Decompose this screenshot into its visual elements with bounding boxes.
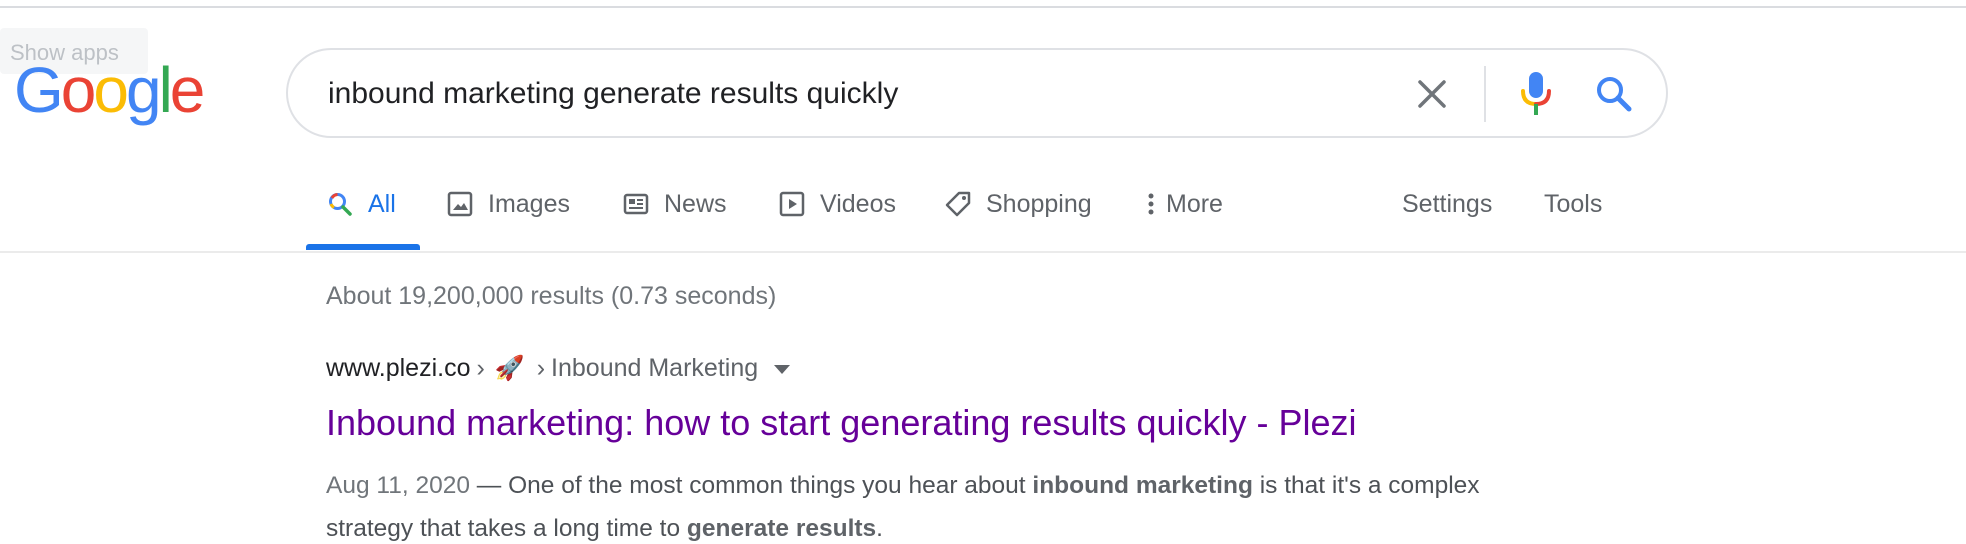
more-vert-icon	[1148, 193, 1154, 215]
search-results-page: Show apps Google inbound marketing gener…	[0, 0, 1966, 544]
tabs-divider	[0, 251, 1966, 253]
logo-letter: o	[60, 54, 97, 126]
tab-shopping[interactable]: Shopping	[944, 186, 1092, 250]
snippet-highlight: inbound marketing	[1032, 472, 1253, 499]
tab-label: All	[368, 190, 396, 218]
voice-search-button[interactable]	[1512, 68, 1560, 120]
logo-letter: l	[158, 54, 173, 126]
result-breadcrumb: Inbound Marketing	[551, 354, 759, 382]
tab-all[interactable]: All	[326, 186, 396, 250]
search-tabs: All Images News Videos Shopping More Set…	[0, 186, 1966, 252]
tab-more[interactable]: More	[1144, 186, 1223, 250]
search-button[interactable]	[1590, 70, 1638, 118]
logo-letter: e	[169, 54, 206, 126]
top-divider	[0, 6, 1966, 8]
image-icon	[447, 191, 473, 217]
snippet-dash: —	[469, 472, 509, 499]
tools-label: Tools	[1544, 190, 1603, 218]
result-date: Aug 11, 2020	[326, 472, 470, 499]
tag-icon	[945, 191, 971, 217]
newspaper-icon	[623, 193, 649, 215]
play-icon	[779, 191, 805, 217]
snippet-text: .	[876, 515, 883, 542]
tools-button[interactable]: Tools	[1544, 186, 1602, 250]
logo-letter: g	[125, 54, 162, 126]
settings-label: Settings	[1402, 190, 1493, 218]
tab-label: Shopping	[986, 190, 1092, 218]
rocket-emoji: 🚀	[494, 355, 525, 382]
tab-label: More	[1166, 190, 1223, 218]
search-box[interactable]: inbound marketing generate results quick…	[286, 48, 1668, 138]
search-box-divider	[1484, 66, 1486, 122]
breadcrumb-separator: ›	[536, 354, 546, 382]
settings-button[interactable]: Settings	[1402, 186, 1492, 250]
tab-news[interactable]: News	[622, 186, 727, 250]
search-icon	[1597, 77, 1632, 112]
clear-search-button[interactable]	[1410, 72, 1454, 116]
tab-videos[interactable]: Videos	[778, 186, 896, 250]
logo-letter: o	[93, 54, 129, 126]
active-tab-indicator	[306, 244, 420, 250]
snippet-text: One of the most common things you hear a…	[508, 472, 1033, 499]
snippet-highlight: generate results	[686, 515, 877, 542]
result-options-caret-icon[interactable]	[774, 365, 791, 374]
result-snippet: Aug 11, 2020 — One of the most common th…	[326, 464, 1526, 544]
tab-label: Videos	[820, 190, 896, 218]
close-icon	[1418, 80, 1446, 108]
result-stats: About 19,200,000 results (0.73 seconds)	[326, 282, 777, 310]
microphone-icon	[1521, 72, 1551, 115]
logo-letter: G	[14, 54, 64, 126]
tab-label: News	[664, 190, 727, 218]
breadcrumb-separator: ›	[476, 354, 485, 382]
result-domain: www.plezi.co	[326, 354, 471, 382]
result-url[interactable]: www.plezi.co › 🚀 › Inbound Marketing	[326, 354, 791, 383]
tab-images[interactable]: Images	[446, 186, 570, 250]
result-title-link[interactable]: Inbound marketing: how to start generati…	[326, 402, 1357, 444]
google-logo[interactable]: Google	[14, 54, 206, 126]
tab-label: Images	[488, 190, 570, 218]
search-icon	[329, 193, 352, 216]
search-input[interactable]: inbound marketing generate results quick…	[328, 76, 898, 112]
